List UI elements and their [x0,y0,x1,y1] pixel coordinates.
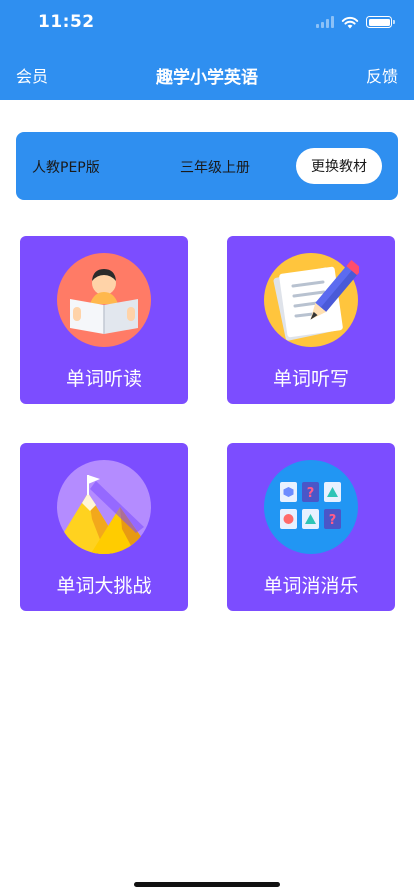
nav-bar: 会员 趣学小学英语 反馈 [0,44,414,100]
svg-text:?: ? [329,513,337,528]
card-word-match[interactable]: ? ? 单词消消乐 [227,443,395,611]
pencil-paper-icon [264,253,359,347]
card-label: 单词听读 [65,368,142,390]
reading-book-icon [57,253,151,347]
card-word-challenge[interactable]: 单词大挑战 [20,443,188,611]
card-label: 单词消消乐 [263,575,359,597]
svg-text:?: ? [307,486,315,501]
battery-icon [366,16,395,28]
status-icons [316,14,395,30]
status-time: 11:52 [38,12,95,32]
change-textbook-button[interactable]: 更换教材 [296,148,382,184]
feedback-button[interactable]: 反馈 [366,63,398,87]
textbook-publisher: 人教PEP版 [32,160,100,176]
signal-icon [316,16,334,28]
page-title: 趣学小学英语 [156,68,258,88]
home-indicator[interactable] [134,882,280,887]
textbook-panel: 人教PEP版 三年级上册 更换教材 [16,132,398,200]
wifi-icon [341,16,359,28]
card-word-listen-read[interactable]: 单词听读 [20,236,188,404]
card-label: 单词听写 [272,368,349,390]
puzzle-grid-icon: ? ? [264,460,358,554]
textbook-grade: 三年级上册 [180,160,250,176]
status-bar: 11:52 [0,0,414,44]
top-bar: 11:52 会员 趣学小学英语 反馈 [0,0,414,100]
mountain-flag-icon [57,460,151,554]
card-label: 单词大挑战 [56,575,152,597]
card-word-dictation[interactable]: 单词听写 [227,236,395,404]
